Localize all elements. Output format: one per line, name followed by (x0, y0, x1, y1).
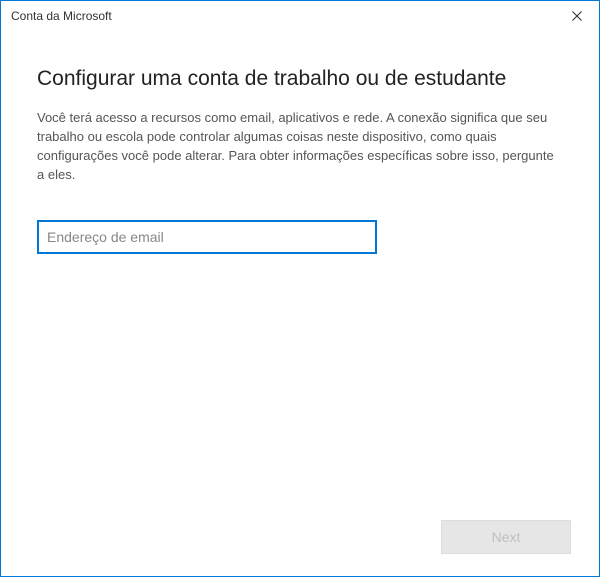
dialog-window: Conta da Microsoft Configurar uma conta … (0, 0, 600, 577)
dialog-content: Configurar uma conta de trabalho ou de e… (1, 31, 599, 576)
email-field[interactable] (37, 220, 377, 254)
next-button[interactable]: Next (441, 520, 571, 554)
dialog-footer: Next (441, 520, 571, 554)
page-title: Configurar uma conta de trabalho ou de e… (37, 67, 563, 91)
close-icon (572, 8, 582, 24)
close-button[interactable] (554, 1, 599, 31)
titlebar: Conta da Microsoft (1, 1, 599, 31)
description-text: Você terá acesso a recursos como email, … (37, 109, 563, 184)
window-title: Conta da Microsoft (11, 1, 112, 31)
